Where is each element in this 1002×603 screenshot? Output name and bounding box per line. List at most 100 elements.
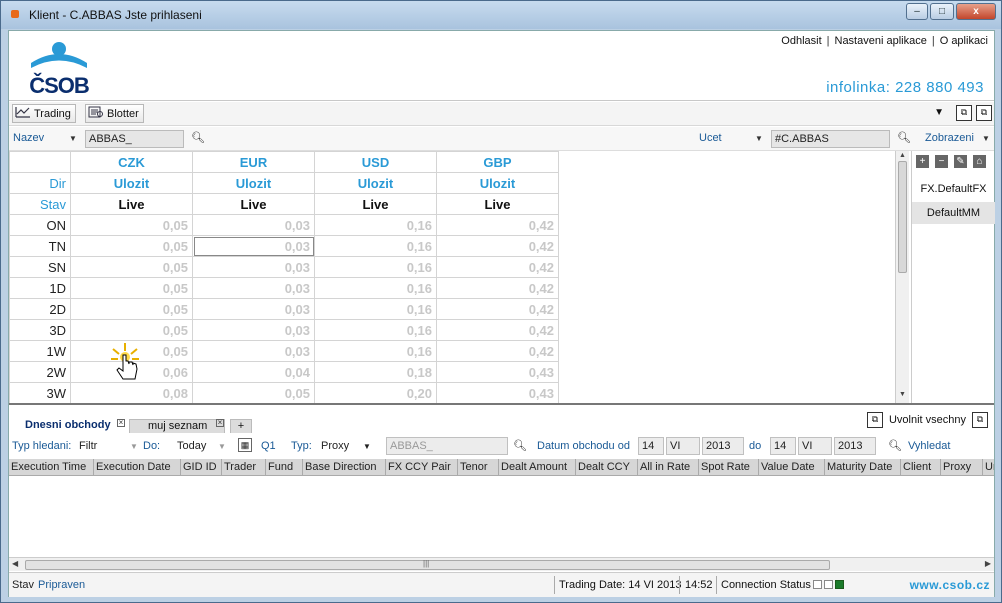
- scroll-right-icon[interactable]: ▶: [985, 559, 991, 568]
- scroll-up-icon[interactable]: ▲: [899, 152, 906, 159]
- rate-cell[interactable]: 0,05: [70, 235, 193, 257]
- scroll-left-icon[interactable]: ◀: [12, 559, 18, 568]
- rate-cell[interactable]: 0,42: [436, 340, 559, 362]
- column-header[interactable]: Base Direction: [303, 459, 386, 475]
- column-header[interactable]: Uni: [983, 459, 994, 475]
- profile-item[interactable]: FX.DefaultFX: [912, 178, 995, 200]
- ulozit-button[interactable]: Ulozit: [192, 172, 315, 194]
- scroll-thumb[interactable]: [898, 161, 907, 273]
- column-header[interactable]: GID ID: [181, 459, 222, 475]
- ccy-header[interactable]: USD: [314, 151, 437, 173]
- rate-cell[interactable]: 0,16: [314, 340, 437, 362]
- column-header[interactable]: Spot Rate: [699, 459, 759, 475]
- maximize-button[interactable]: □: [930, 3, 954, 20]
- rate-cell[interactable]: 0,16: [314, 298, 437, 320]
- title-bar[interactable]: Klient - C.ABBAS Jste prihlaseni – □ x: [1, 1, 1001, 29]
- close-tab-icon[interactable]: ×: [117, 419, 125, 427]
- nazev-dropdown-icon[interactable]: ▼: [69, 134, 77, 143]
- minimize-button[interactable]: –: [906, 3, 928, 20]
- do-dropdown-icon[interactable]: ▼: [218, 442, 226, 451]
- detach-icon[interactable]: ⧉: [866, 412, 883, 428]
- ucet-dropdown-icon[interactable]: ▼: [755, 134, 763, 143]
- restore-icon[interactable]: ⧉: [972, 412, 988, 428]
- rate-cell[interactable]: 0,42: [436, 214, 559, 236]
- to-day-spinner[interactable]: 14: [770, 437, 796, 455]
- rate-cell[interactable]: 0,03: [192, 214, 315, 236]
- vyhledat-search-icon[interactable]: 🔍︎: [888, 439, 902, 452]
- profile-item[interactable]: DefaultMM: [912, 202, 995, 224]
- rate-cell[interactable]: 0,05: [70, 319, 193, 341]
- release-all-label[interactable]: Uvolnit vsechny: [889, 414, 966, 426]
- column-header[interactable]: Maturity Date: [825, 459, 901, 475]
- rate-cell[interactable]: 0,16: [314, 319, 437, 341]
- layout-dropdown-icon[interactable]: ▼: [934, 107, 944, 118]
- trading-button[interactable]: Trading: [12, 104, 76, 123]
- ccy-header[interactable]: GBP: [436, 151, 559, 173]
- rate-cell[interactable]: 0,20: [314, 382, 437, 403]
- column-header[interactable]: Execution Time: [9, 459, 94, 475]
- rate-cell[interactable]: 0,05: [70, 214, 193, 236]
- rate-cell[interactable]: 0,16: [314, 256, 437, 278]
- rate-cell[interactable]: 0,16: [314, 277, 437, 299]
- rate-cell[interactable]: 0,05: [70, 277, 193, 299]
- from-day-spinner[interactable]: 14: [638, 437, 664, 455]
- blotter-button[interactable]: Blotter: [85, 104, 144, 123]
- rate-cell[interactable]: 0,43: [436, 382, 559, 403]
- ulozit-button[interactable]: Ulozit: [70, 172, 193, 194]
- to-month-spinner[interactable]: VI: [798, 437, 832, 455]
- ccy-header[interactable]: EUR: [192, 151, 315, 173]
- to-year-spinner[interactable]: 2013: [834, 437, 876, 455]
- remove-icon[interactable]: −: [935, 155, 948, 168]
- ulozit-button[interactable]: Ulozit: [314, 172, 437, 194]
- edit-icon[interactable]: ✎: [954, 155, 967, 168]
- rate-cell[interactable]: 0,03: [192, 319, 315, 341]
- column-header[interactable]: Tenor: [458, 459, 499, 475]
- rate-cell[interactable]: 0,03: [192, 298, 315, 320]
- ucet-input[interactable]: #C.ABBAS: [771, 130, 890, 148]
- rate-cell[interactable]: 0,03: [192, 256, 315, 278]
- rate-cell[interactable]: 0,42: [436, 235, 559, 257]
- rate-cell[interactable]: 0,42: [436, 277, 559, 299]
- deal-search-icon[interactable]: 🔍︎: [513, 439, 527, 452]
- about-link[interactable]: O aplikaci: [940, 35, 988, 47]
- column-header[interactable]: All in Rate: [638, 459, 699, 475]
- deals-horizontal-scrollbar[interactable]: ◀ ||| ▶: [9, 557, 994, 571]
- q1-label[interactable]: Q1: [261, 440, 276, 452]
- rate-cell[interactable]: 0,43: [436, 361, 559, 383]
- zobrazeni-label[interactable]: Zobrazeni: [925, 132, 974, 144]
- column-header[interactable]: Client: [901, 459, 941, 475]
- zobrazeni-dropdown-icon[interactable]: ▼: [982, 134, 990, 143]
- typ-dropdown-icon[interactable]: ▼: [363, 442, 371, 451]
- ucet-search-icon[interactable]: 🔍︎: [897, 131, 911, 144]
- ccy-header[interactable]: CZK: [70, 151, 193, 173]
- search-icon[interactable]: 🔍︎: [191, 131, 205, 144]
- website-link[interactable]: www.csob.cz: [910, 578, 990, 592]
- grid-vertical-scrollbar[interactable]: ▲ ▼: [895, 151, 909, 403]
- rate-cell[interactable]: 0,03: [192, 340, 315, 362]
- column-header[interactable]: Dealt Amount: [499, 459, 576, 475]
- rate-cell[interactable]: 0,04: [192, 361, 315, 383]
- typ-select[interactable]: Proxy: [321, 440, 349, 452]
- logout-link[interactable]: Odhlasit: [781, 35, 821, 47]
- column-header[interactable]: FX CCY Pair: [386, 459, 458, 475]
- column-header[interactable]: Value Date: [759, 459, 825, 475]
- close-button[interactable]: x: [956, 3, 996, 20]
- vyhledat-button[interactable]: Vyhledat: [908, 440, 950, 452]
- rate-cell-selected[interactable]: 0,03: [192, 235, 315, 257]
- rate-cell[interactable]: 0,42: [436, 319, 559, 341]
- scroll-down-icon[interactable]: ▼: [899, 391, 906, 398]
- rate-cell[interactable]: 0,03: [192, 277, 315, 299]
- restore-icon[interactable]: ⧉: [976, 105, 992, 121]
- add-icon[interactable]: +: [916, 155, 929, 168]
- settings-link[interactable]: Nastaveni aplikace: [835, 35, 927, 47]
- rate-cell[interactable]: 0,16: [314, 214, 437, 236]
- typ-hledani-select[interactable]: Filtr: [79, 440, 97, 452]
- rate-cell[interactable]: 0,16: [314, 235, 437, 257]
- column-header[interactable]: Fund: [266, 459, 303, 475]
- column-header[interactable]: Dealt CCY: [576, 459, 638, 475]
- rate-cell[interactable]: 0,42: [436, 256, 559, 278]
- rate-cell[interactable]: 0,05: [70, 256, 193, 278]
- do-select[interactable]: Today: [177, 440, 206, 452]
- rate-cell[interactable]: 0,05: [70, 298, 193, 320]
- ulozit-button[interactable]: Ulozit: [436, 172, 559, 194]
